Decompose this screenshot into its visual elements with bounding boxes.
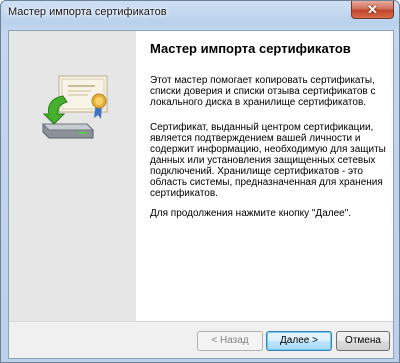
- certificate-import-icon: [41, 75, 108, 139]
- continue-paragraph: Для продолжения нажмите кнопку "Далее".: [150, 208, 352, 219]
- button-bar: < Назад Далее > Отмена: [9, 323, 393, 358]
- window-title: Мастер импорта сертификатов: [8, 6, 167, 18]
- wizard-client-area: Мастер импорта сертификатов Этот мастер …: [8, 30, 394, 359]
- intro-paragraph: Этот мастер помогает копировать сертифик…: [150, 75, 376, 108]
- title-bar[interactable]: Мастер импорта сертификатов ✕: [1, 1, 399, 25]
- wizard-window: Мастер импорта сертификатов ✕ Мастер имп…: [0, 0, 400, 363]
- cancel-button[interactable]: Отмена: [336, 331, 390, 351]
- close-button[interactable]: ✕: [351, 1, 394, 19]
- wizard-side-panel: [9, 31, 136, 321]
- welcome-panel: Мастер импорта сертификатов Этот мастер …: [9, 31, 393, 322]
- back-button[interactable]: < Назад: [197, 331, 263, 351]
- description-paragraph: Сертификат, выданный центром сертификаци…: [150, 122, 386, 199]
- close-icon: ✕: [367, 2, 378, 17]
- wizard-heading: Мастер импорта сертификатов: [150, 41, 351, 56]
- next-button[interactable]: Далее >: [266, 331, 332, 351]
